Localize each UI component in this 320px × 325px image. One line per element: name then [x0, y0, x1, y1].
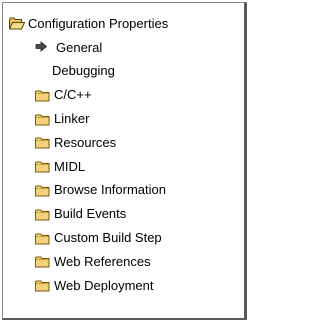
folder-icon: [35, 89, 50, 102]
tree-node-web-deployment[interactable]: Web Deployment: [3, 274, 244, 298]
folder-icon: [35, 255, 50, 268]
tree-node-midl[interactable]: MIDL: [3, 155, 244, 179]
open-folder-icon: [9, 17, 25, 30]
tree-node-label: MIDL: [54, 158, 86, 174]
tree-node-label: Browse Information: [54, 182, 166, 198]
tree-node-build-events[interactable]: Build Events: [3, 202, 244, 226]
tree-node-debugging[interactable]: Debugging: [3, 60, 244, 84]
folder-icon: [35, 184, 50, 197]
tree-node-c-cpp[interactable]: C/C++: [3, 83, 244, 107]
tree-node-resources[interactable]: Resources: [3, 131, 244, 155]
tree-node-general[interactable]: General: [3, 36, 244, 60]
tree-node-label: Web Deployment: [54, 277, 154, 293]
tree-node-label: Web References: [54, 253, 151, 269]
folder-icon: [35, 160, 50, 173]
folder-icon: [35, 279, 50, 292]
tree-node-label: General: [56, 39, 103, 55]
tree-node-configuration-properties[interactable]: Configuration Properties: [3, 12, 244, 36]
arrow-right-icon: [35, 41, 48, 54]
tree-node-label: Resources: [54, 134, 117, 150]
folder-icon: [35, 232, 50, 245]
tree-node-browse-information[interactable]: Browse Information: [3, 179, 244, 203]
folder-icon: [35, 208, 50, 221]
tree-node-label: Debugging: [52, 63, 115, 79]
tree-node-label: Configuration Properties: [28, 15, 169, 31]
tree-node-label: Custom Build Step: [54, 230, 162, 246]
tree-node-web-references[interactable]: Web References: [3, 250, 244, 274]
folder-icon: [35, 113, 50, 126]
tree-node-custom-build-step[interactable]: Custom Build Step: [3, 226, 244, 250]
tree-node-label: Linker: [54, 111, 90, 127]
tree-node-label: Build Events: [54, 206, 127, 222]
folder-icon: [35, 136, 50, 149]
tree-node-label: C/C++: [54, 87, 92, 103]
tree-node-linker[interactable]: Linker: [3, 107, 244, 131]
property-tree: Configuration Properties General Debuggi…: [3, 12, 244, 298]
tree-panel: Configuration Properties General Debuggi…: [2, 2, 247, 320]
